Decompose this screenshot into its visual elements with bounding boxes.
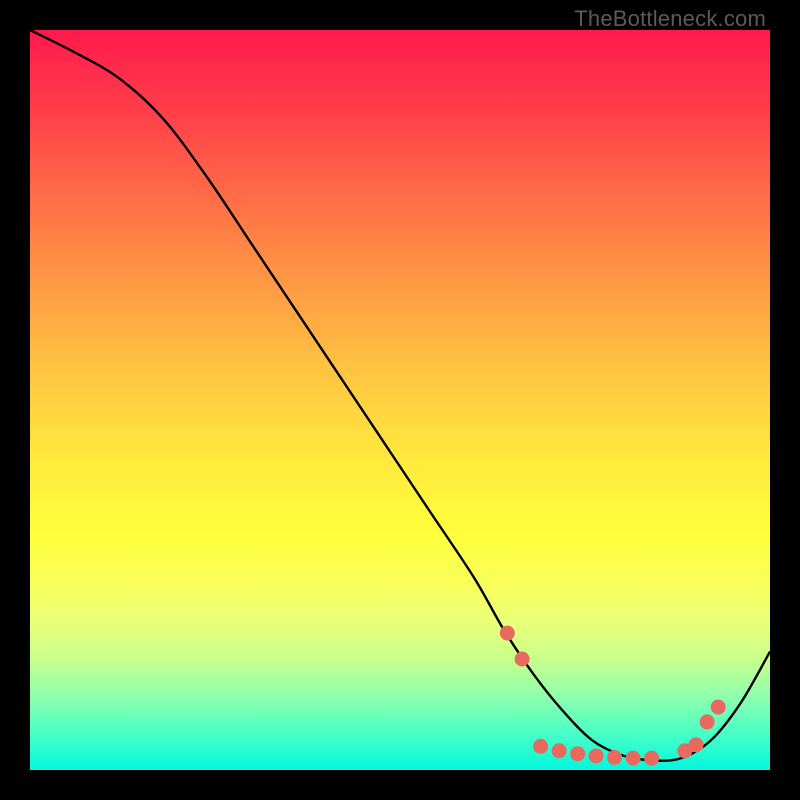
curve-marker — [644, 751, 659, 766]
curve-marker — [589, 748, 604, 763]
curve-markers — [500, 626, 726, 766]
curve-marker — [500, 626, 515, 641]
bottleneck-curve — [30, 30, 770, 761]
curve-marker — [700, 714, 715, 729]
chart-frame: TheBottleneck.com — [0, 0, 800, 800]
curve-marker — [533, 739, 548, 754]
curve-marker — [570, 746, 585, 761]
chart-svg — [30, 30, 770, 770]
curve-marker — [711, 700, 726, 715]
curve-marker — [552, 743, 567, 758]
plot-area — [30, 30, 770, 770]
curve-marker — [515, 652, 530, 667]
watermark-text: TheBottleneck.com — [574, 6, 766, 32]
curve-marker — [607, 750, 622, 765]
curve-marker — [626, 751, 641, 766]
curve-marker — [689, 737, 704, 752]
